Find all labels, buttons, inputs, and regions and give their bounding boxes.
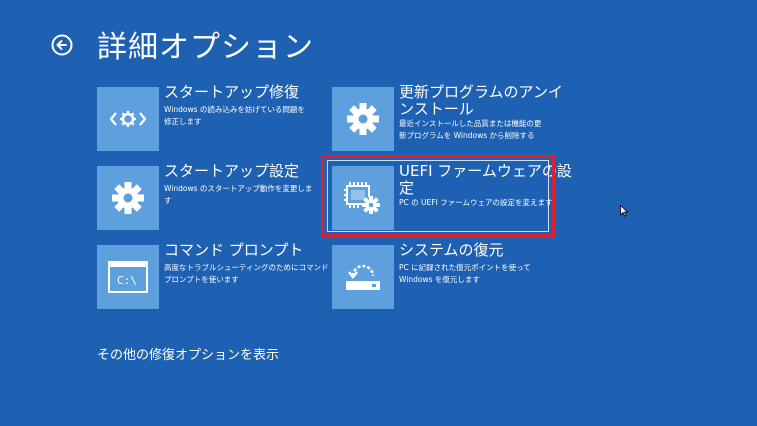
- console-icon: C:\: [108, 261, 148, 293]
- startup-repair-option[interactable]: スタートアップ修復 Windows の読み込みを妨げている問題を 修正します: [97, 83, 307, 151]
- uninstall-updates-tile: [332, 87, 394, 151]
- startup-settings-option[interactable]: スタートアップ設定 Windows のスタートアップ動作を変更しま す: [97, 162, 312, 230]
- option-description: Windows のスタートアップ動作を変更しま す: [164, 184, 313, 205]
- startup-repair-tile: [97, 87, 159, 151]
- gear-icon: [112, 182, 144, 214]
- restore-icon: [346, 264, 380, 290]
- startup-settings-tile: [97, 166, 159, 230]
- option-title: 更新プログラムのアンイ ンストール: [399, 83, 563, 118]
- option-description: PC に記録された復元ポイントを使って Windows を復元します: [399, 263, 531, 284]
- option-description: 高度なトラブルシューティングのためにコマンド プロンプトを使います: [164, 263, 329, 284]
- console-prompt-text: C:\: [117, 274, 137, 287]
- more-recovery-options-link[interactable]: その他の修復オプションを表示: [97, 344, 279, 363]
- option-title: システムの復元: [399, 241, 504, 259]
- option-description: Windows の読み込みを妨げている問題を 修正します: [164, 105, 305, 126]
- system-restore-option[interactable]: システムの復元 PC に記録された復元ポイントを使って Windows を復元し…: [332, 241, 547, 309]
- option-title: スタートアップ設定: [164, 162, 300, 180]
- uninstall-updates-option[interactable]: 更新プログラムのアンイ ンストール 最近インストールした品質または機能の更 新プ…: [332, 84, 563, 151]
- option-title: スタートアップ修復: [164, 83, 300, 101]
- highlight-box: [321, 155, 555, 237]
- mouse-cursor-icon: [620, 205, 628, 217]
- gear-icon: [347, 103, 379, 135]
- page-title: 詳細オプション: [97, 30, 314, 65]
- repair-code-icon: [110, 111, 146, 127]
- back-arrow-icon[interactable]: [51, 34, 73, 56]
- option-description: 最近インストールした品質または機能の更 新プログラムを Windows から削除…: [399, 119, 542, 140]
- command-prompt-option[interactable]: C:\ コマンド プロンプト 高度なトラブルシューティングのためにコマンド プロ…: [97, 241, 329, 309]
- option-title: コマンド プロンプト: [164, 241, 304, 259]
- command-prompt-tile: C:\: [97, 245, 159, 309]
- system-restore-tile: [332, 245, 394, 309]
